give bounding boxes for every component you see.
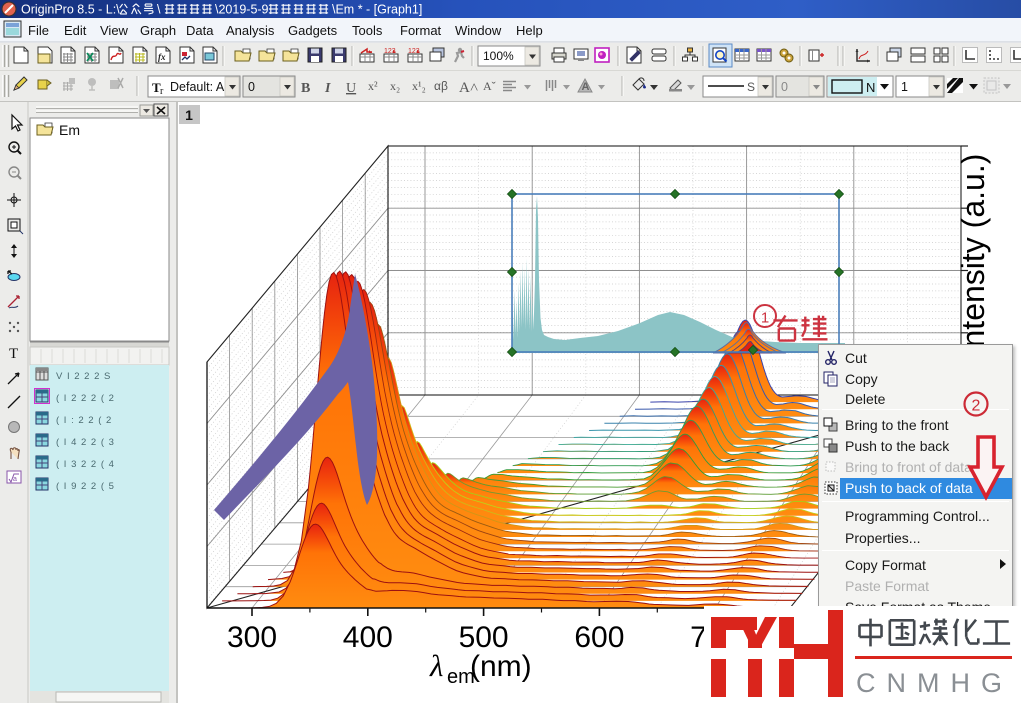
svg-text:Aˇ: Aˇ [483, 79, 496, 93]
svg-text:I: I [324, 81, 331, 96]
svg-text:Format: Format [400, 23, 442, 38]
svg-text:( I 3 2 2 ( 4: ( I 3 2 2 ( 4 [56, 459, 115, 470]
svg-text:Graph: Graph [140, 23, 176, 38]
svg-text:Default: A: Default: A [170, 80, 225, 94]
svg-text:\: \ [157, 3, 161, 17]
svg-text:S: S [747, 80, 755, 94]
svg-text:\2019-5-9: \2019-5-9 [215, 3, 269, 17]
svg-text:αβ: αβ [434, 79, 448, 93]
svg-text:1: 1 [185, 107, 193, 123]
svg-text:\Em * - [Graph1]: \Em * - [Graph1] [332, 3, 422, 17]
svg-text:1: 1 [901, 80, 908, 94]
svg-text:400: 400 [343, 621, 393, 654]
svg-text:λ: λ [429, 648, 443, 683]
svg-text:A˄: A˄ [459, 80, 478, 96]
svg-text:0: 0 [248, 80, 255, 94]
svg-text:Window: Window [455, 23, 502, 38]
svg-text:x₂: x₂ [390, 79, 400, 93]
svg-text:A: A [582, 81, 590, 93]
svg-text:( I 9 2 2 ( 5: ( I 9 2 2 ( 5 [56, 481, 115, 492]
svg-text:N: N [866, 80, 875, 95]
svg-text:B: B [301, 81, 310, 96]
svg-text:Analysis: Analysis [226, 23, 275, 38]
svg-text:V I 2 2 2 S: V I 2 2 2 S [56, 371, 111, 382]
svg-text:T: T [9, 346, 18, 362]
svg-text:x¹₂: x¹₂ [412, 79, 426, 93]
svg-text:Em: Em [59, 122, 80, 138]
svg-text:Tools: Tools [352, 23, 383, 38]
svg-text:Help: Help [516, 23, 543, 38]
svg-text:File: File [28, 23, 49, 38]
svg-text:Data: Data [186, 23, 214, 38]
svg-text:( I : 2 2 ( 2: ( I : 2 2 ( 2 [56, 415, 112, 426]
svg-text:U: U [346, 81, 356, 96]
svg-text:( I 2 2 2 ( 2: ( I 2 2 2 ( 2 [56, 393, 115, 404]
svg-text:Intensity (a.u.): Intensity (a.u.) [955, 154, 991, 357]
svg-text:600: 600 [574, 621, 624, 654]
svg-text:300: 300 [227, 621, 277, 654]
svg-text:0: 0 [781, 80, 788, 94]
svg-text:Gadgets: Gadgets [288, 23, 338, 38]
svg-text:1: 1 [761, 310, 769, 327]
svg-text:View: View [100, 23, 129, 38]
svg-text:x²: x² [368, 79, 378, 93]
svg-text:Edit: Edit [64, 23, 87, 38]
svg-text:OriginPro 8.5 - L:\: OriginPro 8.5 - L:\ [21, 3, 120, 17]
svg-text:( I 4 2 2 ( 3: ( I 4 2 2 ( 3 [56, 437, 115, 448]
svg-text:100%: 100% [483, 49, 514, 63]
svg-text:(nm): (nm) [470, 650, 532, 683]
svg-text:700: 700 [690, 621, 740, 654]
svg-text:fx: fx [158, 52, 166, 62]
svg-text:a: a [13, 476, 17, 483]
